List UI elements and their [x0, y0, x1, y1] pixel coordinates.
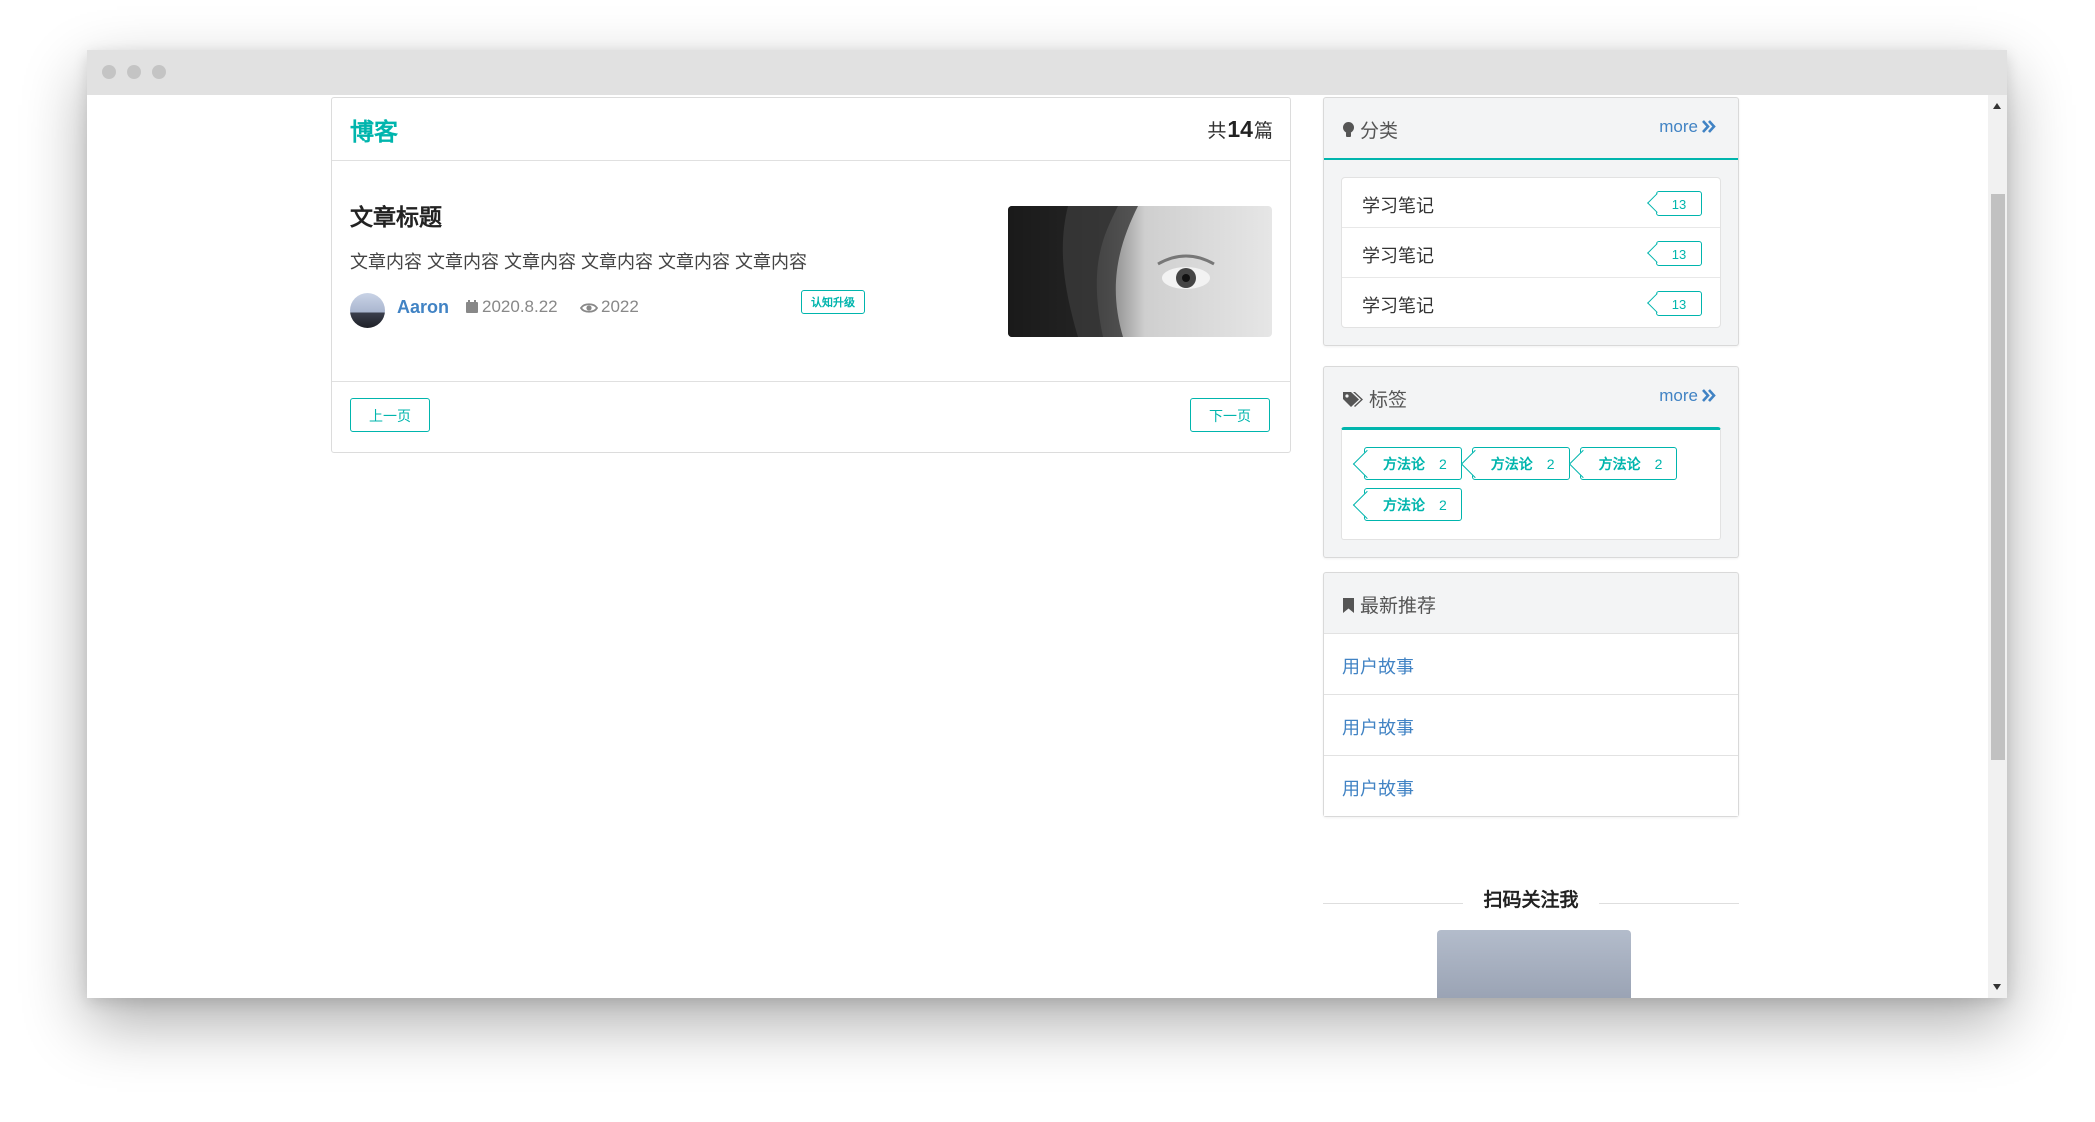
- tag-item[interactable]: 方法论 2: [1364, 488, 1462, 521]
- category-item[interactable]: 学习笔记 13: [1342, 178, 1720, 228]
- recommend-card: 最新推荐 用户故事 用户故事 用户故事: [1323, 572, 1739, 817]
- scrollbar-thumb[interactable]: [1991, 194, 2005, 760]
- category-count-value: 13: [1671, 297, 1687, 312]
- article-date-value: 2020.8.22: [482, 297, 558, 316]
- tags-more-link[interactable]: more: [1659, 386, 1716, 406]
- double-chevron-right-icon: [1702, 389, 1716, 402]
- tag-item[interactable]: 方法论 2: [1579, 447, 1678, 480]
- tag-count: 2: [1546, 456, 1555, 472]
- tag-label: 方法论: [1490, 456, 1533, 472]
- recommend-link[interactable]: 用户故事: [1342, 775, 1414, 801]
- category-item[interactable]: 学习笔记 13: [1342, 228, 1720, 278]
- tags-title-text: 标签: [1369, 390, 1408, 411]
- tag-item[interactable]: 方法论 2: [1364, 447, 1462, 480]
- scroll-up-arrow[interactable]: [1993, 103, 2001, 109]
- browser-window: 博客 共14篇 文章标题 文章内容 文章内容 文章内容 文章内容 文章内容 文章…: [87, 50, 2007, 998]
- category-label: 学习笔记: [1362, 246, 1434, 266]
- vertical-scrollbar[interactable]: [1988, 95, 2007, 998]
- qr-code-image: [1437, 930, 1631, 998]
- article-count: 共14篇: [1207, 116, 1273, 143]
- next-page-button[interactable]: 下一页: [1190, 398, 1270, 432]
- avatar[interactable]: [350, 293, 385, 328]
- category-count-value: 13: [1671, 247, 1687, 262]
- article-date: 2020.8.22: [465, 297, 558, 317]
- recommend-title: 最新推荐: [1342, 591, 1436, 618]
- categories-card: 分类 more 学习笔记 13 学习笔记 13 学习笔记 13: [1323, 97, 1739, 346]
- category-count-value: 13: [1671, 197, 1687, 212]
- double-chevron-right-icon: [1702, 120, 1716, 133]
- categories-more-text: more: [1659, 117, 1698, 136]
- category-count: 13: [1656, 241, 1702, 266]
- article-thumbnail[interactable]: [1008, 206, 1272, 337]
- tag-count: 2: [1439, 456, 1447, 472]
- categories-more-link[interactable]: more: [1659, 117, 1716, 137]
- qr-title: 扫码关注我: [1483, 890, 1579, 911]
- blog-panel: 博客 共14篇 文章标题 文章内容 文章内容 文章内容 文章内容 文章内容 文章…: [331, 97, 1291, 453]
- tags-list: 方法论 2 方法论 2 方法论 2 方法论 2: [1341, 427, 1721, 540]
- category-label: 学习笔记: [1362, 196, 1434, 216]
- article-tag-badge[interactable]: 认知升级: [801, 290, 865, 314]
- tag-label: 方法论: [1598, 456, 1641, 472]
- prev-page-button[interactable]: 上一页: [350, 398, 430, 432]
- tag-count: 2: [1654, 456, 1663, 472]
- window-maximize-dot[interactable]: [152, 65, 166, 79]
- article-count-prefix: 共: [1207, 121, 1227, 142]
- bookmark-icon: [1343, 598, 1354, 613]
- tag-count: 2: [1439, 497, 1447, 513]
- tags-icon: [1343, 392, 1363, 407]
- tag-item[interactable]: 方法论 2: [1471, 447, 1570, 480]
- article-views: 2022: [579, 297, 639, 317]
- recommend-link[interactable]: 用户故事: [1342, 714, 1414, 740]
- blog-header: 博客 共14篇: [332, 98, 1290, 161]
- calendar-icon: [466, 300, 478, 313]
- categories-header: 分类 more: [1324, 98, 1738, 158]
- tags-cloud: 方法论 2 方法论 2 方法论 2 方法论 2: [1342, 430, 1720, 539]
- author-name[interactable]: Aaron: [397, 297, 449, 318]
- recommend-title-text: 最新推荐: [1360, 596, 1437, 617]
- window-minimize-dot[interactable]: [127, 65, 141, 79]
- category-item[interactable]: 学习笔记 13: [1342, 278, 1720, 327]
- thumbnail-image: [1008, 206, 1215, 337]
- recommend-item[interactable]: 用户故事: [1324, 633, 1738, 694]
- recommend-item[interactable]: 用户故事: [1324, 755, 1738, 816]
- scroll-down-arrow[interactable]: [1993, 984, 2001, 990]
- article-count-number: 14: [1227, 116, 1253, 142]
- categories-title: 分类: [1342, 116, 1398, 143]
- category-count: 13: [1656, 191, 1702, 216]
- lightbulb-icon: [1343, 122, 1354, 137]
- article-title[interactable]: 文章标题: [350, 198, 442, 232]
- eye-icon: [579, 303, 599, 313]
- window-titlebar: [87, 50, 2007, 95]
- category-count: 13: [1656, 291, 1702, 316]
- tags-title: 标签: [1342, 385, 1407, 412]
- article-views-value: 2022: [601, 297, 639, 316]
- blog-title: 博客: [350, 119, 398, 146]
- category-label: 学习笔记: [1362, 296, 1434, 316]
- tag-label: 方法论: [1383, 456, 1425, 472]
- tags-card: 标签 more 方法论 2 方法论 2 方法论 2 方法论 2: [1323, 366, 1739, 558]
- categories-list: 学习笔记 13 学习笔记 13 学习笔记 13: [1341, 177, 1721, 328]
- article-count-suffix: 篇: [1253, 121, 1273, 142]
- tags-header: 标签 more: [1324, 367, 1738, 427]
- page-viewport: 博客 共14篇 文章标题 文章内容 文章内容 文章内容 文章内容 文章内容 文章…: [87, 95, 2007, 998]
- categories-title-text: 分类: [1360, 121, 1399, 142]
- recommend-link[interactable]: 用户故事: [1342, 653, 1414, 679]
- recommend-item[interactable]: 用户故事: [1324, 694, 1738, 755]
- recommend-header: 最新推荐: [1324, 573, 1738, 633]
- pagination-bar: 上一页 下一页: [332, 381, 1290, 452]
- window-close-dot[interactable]: [102, 65, 116, 79]
- tag-label: 方法论: [1383, 497, 1425, 513]
- categories-divider: [1324, 158, 1738, 160]
- tags-more-text: more: [1659, 386, 1698, 405]
- article-excerpt: 文章内容 文章内容 文章内容 文章内容 文章内容 文章内容: [350, 252, 808, 272]
